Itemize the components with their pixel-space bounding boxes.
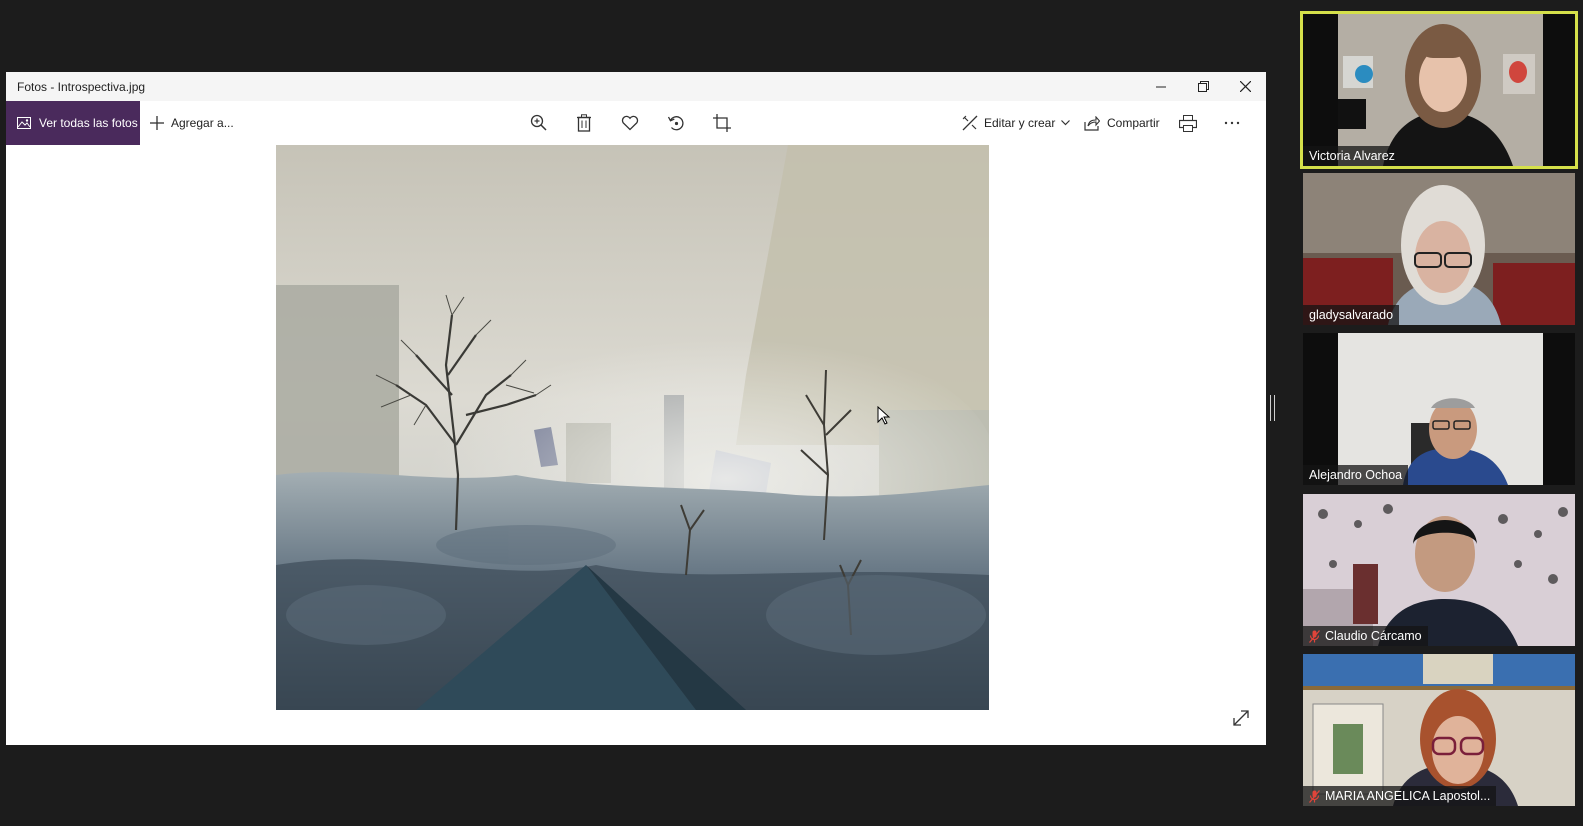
chevron-down-icon bbox=[1061, 120, 1071, 126]
participant-tile[interactable]: Alejandro Ochoa bbox=[1303, 333, 1575, 485]
mouse-cursor-icon bbox=[877, 406, 891, 425]
print-icon[interactable] bbox=[1177, 112, 1199, 134]
restore-icon[interactable] bbox=[1182, 72, 1224, 101]
microphone-muted-icon bbox=[1309, 789, 1320, 803]
more-icon[interactable] bbox=[1221, 112, 1243, 134]
zoom-in-icon[interactable] bbox=[527, 112, 549, 134]
delete-icon[interactable] bbox=[573, 112, 595, 134]
share-icon bbox=[1084, 115, 1100, 131]
minimize-icon[interactable] bbox=[1140, 72, 1182, 101]
view-all-photos-button[interactable]: Ver todas las fotos bbox=[6, 101, 140, 145]
fullscreen-icon[interactable] bbox=[1230, 707, 1252, 729]
participant-name: Alejandro Ochoa bbox=[1303, 465, 1409, 485]
favorite-icon[interactable] bbox=[619, 112, 641, 134]
view-all-photos-label: Ver todas las fotos bbox=[39, 116, 138, 130]
participant-name: Claudio Cárcamo bbox=[1303, 626, 1428, 646]
participant-name: Victoria Alvarez bbox=[1303, 146, 1401, 166]
crop-icon[interactable] bbox=[711, 112, 733, 134]
toolbar: Ver todas las fotos Agregar a... Editar … bbox=[6, 101, 1266, 145]
rotate-icon[interactable] bbox=[665, 112, 687, 134]
photo-image bbox=[276, 145, 989, 710]
title-bar: Fotos - Introspectiva.jpg bbox=[6, 72, 1266, 101]
participant-tile[interactable]: MARIA ANGELICA Lapostol... bbox=[1303, 654, 1575, 806]
share-button[interactable]: Compartir bbox=[1084, 101, 1160, 145]
plus-icon bbox=[150, 116, 164, 130]
edit-and-create-label: Editar y crear bbox=[984, 116, 1056, 130]
microphone-muted-icon bbox=[1309, 629, 1320, 643]
participant-tile[interactable]: Claudio Cárcamo bbox=[1303, 494, 1575, 646]
add-to-label: Agregar a... bbox=[171, 116, 234, 130]
edit-and-create-button[interactable]: Editar y crear bbox=[962, 101, 1071, 145]
participant-name: MARIA ANGELICA Lapostol... bbox=[1303, 786, 1497, 806]
participant-name: gladysalvarado bbox=[1303, 305, 1400, 325]
photos-icon bbox=[17, 117, 31, 129]
panel-resize-handle[interactable] bbox=[1270, 395, 1275, 421]
participant-tile[interactable]: Victoria Alvarez bbox=[1300, 11, 1578, 169]
edit-icon bbox=[962, 115, 978, 131]
window-title: Fotos - Introspectiva.jpg bbox=[17, 79, 146, 94]
close-icon[interactable] bbox=[1224, 72, 1266, 101]
participant-tile[interactable]: gladysalvarado bbox=[1303, 173, 1575, 325]
add-to-button[interactable]: Agregar a... bbox=[150, 101, 234, 145]
share-label: Compartir bbox=[1107, 116, 1160, 130]
photos-window: Fotos - Introspectiva.jpg Ver todas las … bbox=[6, 72, 1266, 745]
